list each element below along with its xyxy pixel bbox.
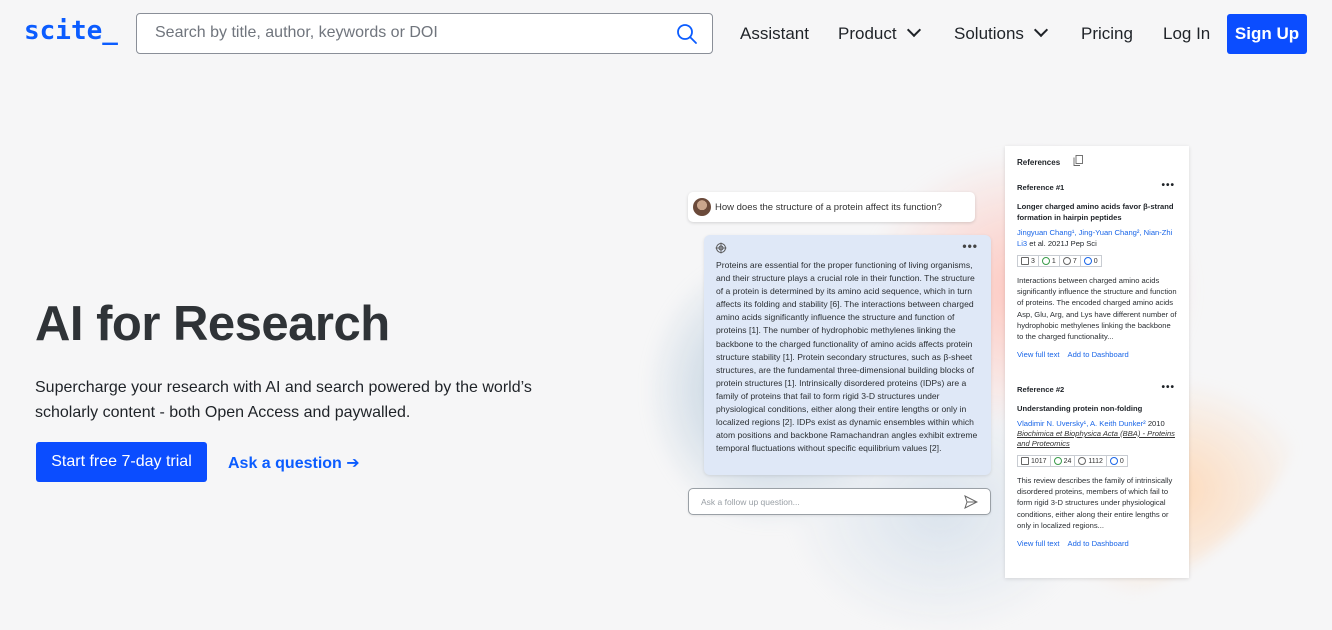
hero-subtitle: Supercharge your research with AI and se…	[35, 379, 532, 421]
stat-supporting: 1	[1037, 255, 1060, 267]
reference-snippet: Interactions between charged amino acids…	[1017, 276, 1177, 342]
document-icon	[1021, 257, 1029, 265]
reference-journal[interactable]: Biochimica et Biophysica Acta (BBA) - Pr…	[1017, 429, 1177, 449]
reference-actions: View full text Add to Dashboard	[1017, 350, 1177, 359]
references-header: References	[1017, 158, 1061, 167]
mention-icon	[1078, 457, 1087, 465]
nav-solutions[interactable]: Solutions	[954, 22, 1049, 44]
search-icon[interactable]	[676, 23, 698, 45]
nav-assistant[interactable]: Assistant	[740, 24, 809, 44]
references-panel: References Reference #1 ••• Longer charg…	[1005, 146, 1189, 578]
scite-logo[interactable]: scite_	[24, 16, 118, 46]
ai-assistant-icon	[715, 242, 727, 254]
stat-mentioning: 1112	[1074, 455, 1107, 467]
more-options-icon[interactable]: •••	[962, 239, 978, 253]
reference-snippet: This review describes the family of intr…	[1017, 476, 1173, 530]
followup-input[interactable]	[699, 496, 953, 508]
nav-product[interactable]: Product	[838, 22, 921, 44]
stat-publications: 1017	[1017, 455, 1051, 467]
view-full-text-link[interactable]: View full text	[1017, 539, 1060, 548]
followup-box[interactable]	[688, 488, 991, 515]
citation-stats: 1017 24 1112 0	[1017, 455, 1177, 467]
stat-contrasting: 0	[1105, 455, 1128, 467]
hero-title: AI for Research	[35, 297, 390, 351]
chevron-down-icon	[1033, 22, 1049, 38]
chat-answer: ••• Proteins are essential for the prope…	[704, 235, 991, 475]
stat-supporting: 24	[1049, 455, 1076, 467]
nav-pricing[interactable]: Pricing	[1081, 24, 1133, 44]
stat-mentioning: 7	[1058, 255, 1081, 267]
reference-number: Reference #2	[1017, 385, 1065, 394]
stat-publications: 3	[1017, 255, 1039, 267]
view-full-text-link[interactable]: View full text	[1017, 350, 1060, 359]
reference-authors: Vladimir N. Uversky¹, A. Keith Dunker² 2…	[1017, 419, 1165, 428]
signup-button[interactable]: Sign Up	[1227, 14, 1307, 54]
question-text: How does the structure of a protein affe…	[715, 202, 942, 213]
citation-stats: 3 1 7 0	[1017, 255, 1177, 267]
avatar	[693, 198, 711, 216]
check-icon	[1041, 257, 1050, 265]
add-to-dashboard-link[interactable]: Add to Dashboard	[1068, 539, 1129, 548]
answer-text: Proteins are essential for the proper fu…	[716, 260, 978, 454]
reference-authors: Jingyuan Chang¹, Jing-Yuan Chang², Nian-…	[1017, 228, 1173, 248]
chevron-down-icon	[906, 22, 921, 38]
nav-login[interactable]: Log In	[1163, 24, 1210, 44]
top-nav: scite_ Assistant Product Solutions Prici…	[0, 0, 1332, 68]
reference-item: Reference #1 ••• Longer charged amino ac…	[1017, 180, 1177, 359]
reference-number: Reference #1	[1017, 183, 1065, 192]
reference-item: Reference #2 ••• Understanding protein n…	[1017, 382, 1177, 548]
start-trial-button[interactable]: Start free 7-day trial	[36, 442, 207, 482]
chat-question: How does the structure of a protein affe…	[688, 192, 975, 222]
stat-contrasting: 0	[1079, 255, 1102, 267]
question-icon	[1109, 457, 1118, 465]
send-icon[interactable]	[964, 495, 978, 509]
search-input[interactable]	[153, 23, 657, 43]
more-options-icon[interactable]: •••	[1161, 180, 1175, 191]
reference-title[interactable]: Longer charged amino acids favor β-stran…	[1017, 201, 1177, 223]
reference-actions: View full text Add to Dashboard	[1017, 539, 1177, 548]
mention-icon	[1062, 257, 1071, 265]
document-icon	[1021, 457, 1029, 465]
reference-title[interactable]: Understanding protein non-folding	[1017, 403, 1177, 414]
ask-question-link[interactable]: Ask a question ➔	[228, 453, 360, 473]
add-to-dashboard-link[interactable]: Add to Dashboard	[1068, 350, 1129, 359]
search-box[interactable]	[136, 13, 713, 54]
more-options-icon[interactable]: •••	[1161, 382, 1175, 393]
copy-icon[interactable]	[1073, 155, 1083, 166]
question-icon	[1083, 257, 1092, 265]
check-icon	[1053, 457, 1062, 465]
